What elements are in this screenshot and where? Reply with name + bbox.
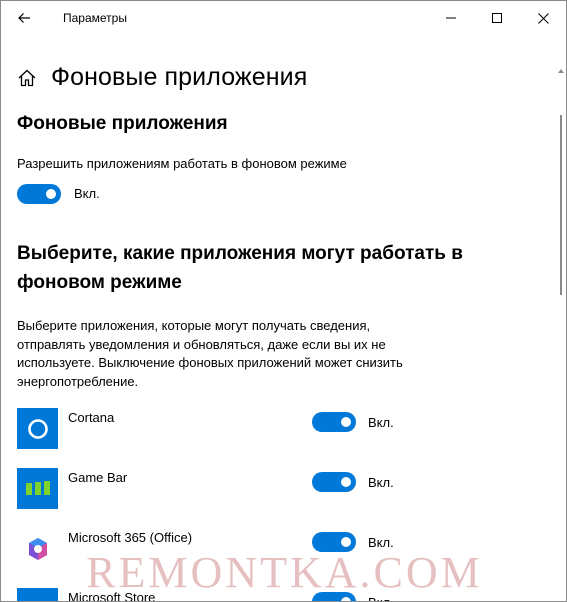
app-name: Microsoft 365 (Office) — [68, 530, 193, 545]
toggle-knob — [46, 189, 56, 199]
choose-apps-heading: Выберите, какие приложения могут работат… — [17, 243, 463, 293]
maximize-button[interactable] — [474, 1, 520, 35]
vertical-scrollbar[interactable] — [558, 67, 564, 597]
store-icon — [17, 588, 58, 601]
maximize-icon — [492, 13, 502, 23]
close-icon — [537, 12, 549, 24]
allow-background-state: Вкл. — [74, 186, 100, 201]
back-arrow-icon — [18, 13, 30, 23]
toggle-knob — [341, 477, 351, 487]
page-title: Фоновые приложения — [51, 63, 308, 91]
app-row-office: Microsoft 365 (Office) Вкл. — [17, 528, 557, 570]
office-toggle[interactable] — [312, 532, 356, 552]
app-toggle-state: Вкл. — [368, 475, 394, 490]
allow-background-toggle[interactable] — [17, 184, 61, 204]
window-title: Параметры — [63, 11, 127, 25]
minimize-button[interactable] — [428, 1, 474, 35]
game-bar-icon — [17, 468, 58, 509]
app-row-game-bar: Game Bar Вкл. — [17, 468, 557, 510]
scroll-thumb[interactable] — [560, 115, 562, 295]
app-toggle-state: Вкл. — [368, 535, 394, 550]
cortana-toggle[interactable] — [312, 412, 356, 432]
close-button[interactable] — [520, 1, 566, 35]
toggle-knob — [341, 417, 351, 427]
minimize-icon — [446, 17, 456, 19]
app-toggle-state: Вкл. — [368, 595, 394, 601]
app-row-store: Microsoft Store Вкл. — [17, 588, 557, 602]
page-header: Фоновые приложения — [17, 63, 307, 92]
game-bar-toggle[interactable] — [312, 472, 356, 492]
toggle-knob — [341, 597, 351, 601]
choose-apps-description: Выберите приложения, которые могут получ… — [17, 318, 403, 389]
home-icon[interactable] — [17, 67, 39, 89]
app-name: Game Bar — [68, 470, 128, 485]
section-title: Фоновые приложения — [17, 113, 228, 134]
scroll-up-icon[interactable] — [558, 67, 564, 75]
app-name: Cortana — [68, 410, 115, 425]
allow-background-label: Разрешить приложениям работать в фоновом… — [17, 156, 347, 171]
back-button[interactable] — [9, 4, 39, 32]
toggle-knob — [341, 537, 351, 547]
office-icon — [17, 528, 58, 569]
settings-content: Фоновые приложения Фоновые приложения Ра… — [1, 35, 566, 602]
store-toggle[interactable] — [312, 592, 356, 601]
app-toggle-state: Вкл. — [368, 415, 394, 430]
app-name: Microsoft Store — [68, 590, 156, 602]
cortana-icon — [17, 408, 58, 449]
settings-window: Параметры Фоновые приложения Фоновые при… — [0, 0, 567, 602]
title-bar: Параметры — [1, 1, 566, 35]
app-row-cortana: Cortana Вкл. — [17, 408, 557, 450]
